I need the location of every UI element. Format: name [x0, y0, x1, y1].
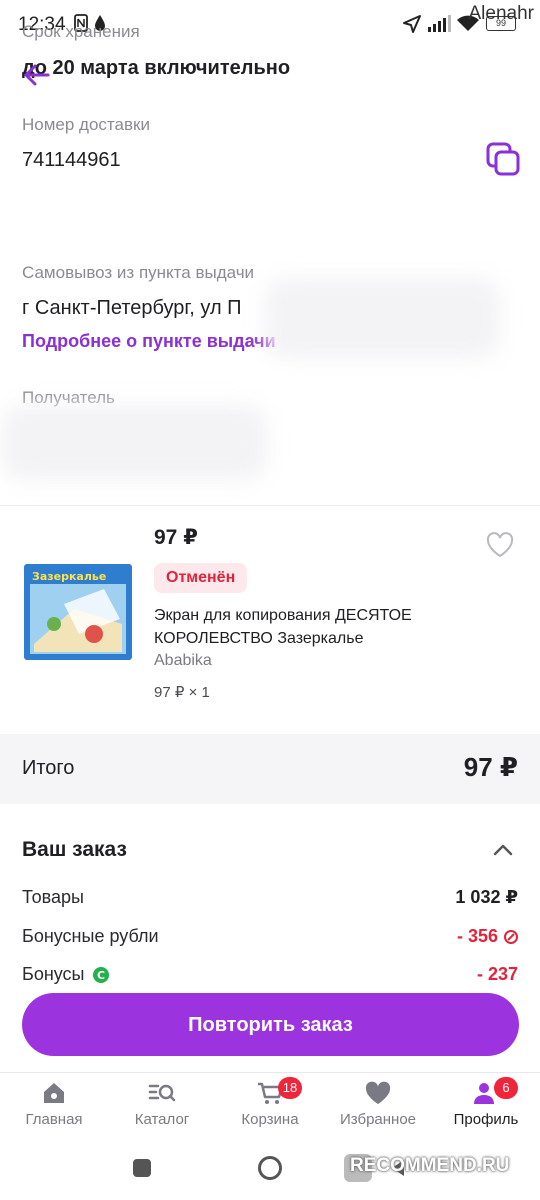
- total-bar: Итого 97 ₽: [0, 734, 540, 804]
- bottom-nav: Главная Каталог 18 Корзина Избранное 6 П…: [0, 1072, 540, 1143]
- cart-badge: 18: [278, 1077, 302, 1099]
- nav-home[interactable]: Главная: [0, 1081, 108, 1128]
- pickup-details-link[interactable]: Подробнее о пункте выдачи: [22, 331, 276, 352]
- heart-icon: [365, 1081, 391, 1104]
- product-image-title: Зазеркалье: [32, 570, 106, 583]
- bonus-ruble-icon: [502, 928, 520, 951]
- product-brand: Ababika: [154, 652, 212, 669]
- delivery-number: 741144961: [22, 149, 121, 171]
- nav-catalog[interactable]: Каталог: [108, 1081, 216, 1128]
- nav-home-label: Главная: [25, 1111, 83, 1128]
- nav-favorites[interactable]: Избранное: [324, 1081, 432, 1128]
- row-goods-value: 1 032 ₽: [455, 887, 518, 907]
- row-bonus-rubles-value: - 356: [456, 926, 498, 946]
- divider: [0, 505, 540, 506]
- row-goods-label: Товары: [22, 887, 84, 907]
- profile-badge: 6: [494, 1077, 518, 1099]
- back-arrow-icon: [24, 64, 50, 86]
- product-image[interactable]: Зазеркалье: [24, 564, 132, 660]
- nav-favorites-label: Избранное: [339, 1111, 417, 1128]
- nav-profile[interactable]: 6 Профиль: [432, 1077, 540, 1128]
- recents-button[interactable]: [133, 1159, 151, 1177]
- total-value: 97 ₽: [463, 752, 518, 782]
- delivery-label: Номер доставки: [22, 115, 150, 134]
- svg-text:С: С: [97, 969, 105, 982]
- home-button[interactable]: [258, 1156, 282, 1180]
- home-icon: [44, 1083, 64, 1103]
- recipient-censor-blur: [2, 405, 267, 480]
- nav-catalog-label: Каталог: [134, 1111, 190, 1128]
- chevron-up-icon: [493, 844, 513, 856]
- location-arrow-icon: [402, 14, 422, 39]
- copy-button[interactable]: [484, 140, 524, 180]
- signal-icon: [428, 14, 452, 37]
- heart-outline-icon: [486, 532, 514, 558]
- pickup-label: Самовывоз из пункта выдачи: [22, 263, 255, 282]
- battery-indicator: 99: [486, 16, 516, 31]
- nav-profile-label: Профиль: [453, 1111, 519, 1128]
- copy-icon: [486, 142, 520, 176]
- collapse-button[interactable]: [492, 842, 514, 858]
- nav-cart[interactable]: 18 Корзина: [216, 1077, 324, 1128]
- storage-value: до 20 марта включительно: [22, 57, 291, 79]
- row-bonus-rubles-label: Бонусные рубли: [22, 926, 159, 946]
- product-quantity: 97 ₽ × 1: [154, 684, 210, 701]
- total-label: Итого: [22, 757, 75, 779]
- row-bonuses-value: - 237: [476, 964, 518, 984]
- catalog-search-icon: [148, 1084, 176, 1102]
- row-bonuses-label: Бонусы: [22, 964, 85, 984]
- nav-cart-label: Корзина: [241, 1111, 299, 1128]
- censor-blur: [265, 278, 500, 358]
- watermark-site: RECOMMEND.RU: [350, 1155, 510, 1176]
- back-button[interactable]: [20, 58, 54, 92]
- product-name[interactable]: Экран для копирования ДЕСЯТОЕ КОРОЛЕВСТВ…: [154, 604, 474, 650]
- bonus-coin-icon: С: [92, 966, 110, 989]
- favorite-button[interactable]: [486, 532, 514, 558]
- repeat-order-button[interactable]: Повторить заказ: [22, 993, 519, 1056]
- order-title: Ваш заказ: [22, 838, 127, 861]
- storage-label: Срок хранения: [22, 22, 140, 41]
- product-price: 97 ₽: [154, 526, 198, 549]
- pickup-address: г Санкт-Петербург, ул П: [22, 297, 242, 319]
- status-badge: Отменён: [154, 563, 248, 593]
